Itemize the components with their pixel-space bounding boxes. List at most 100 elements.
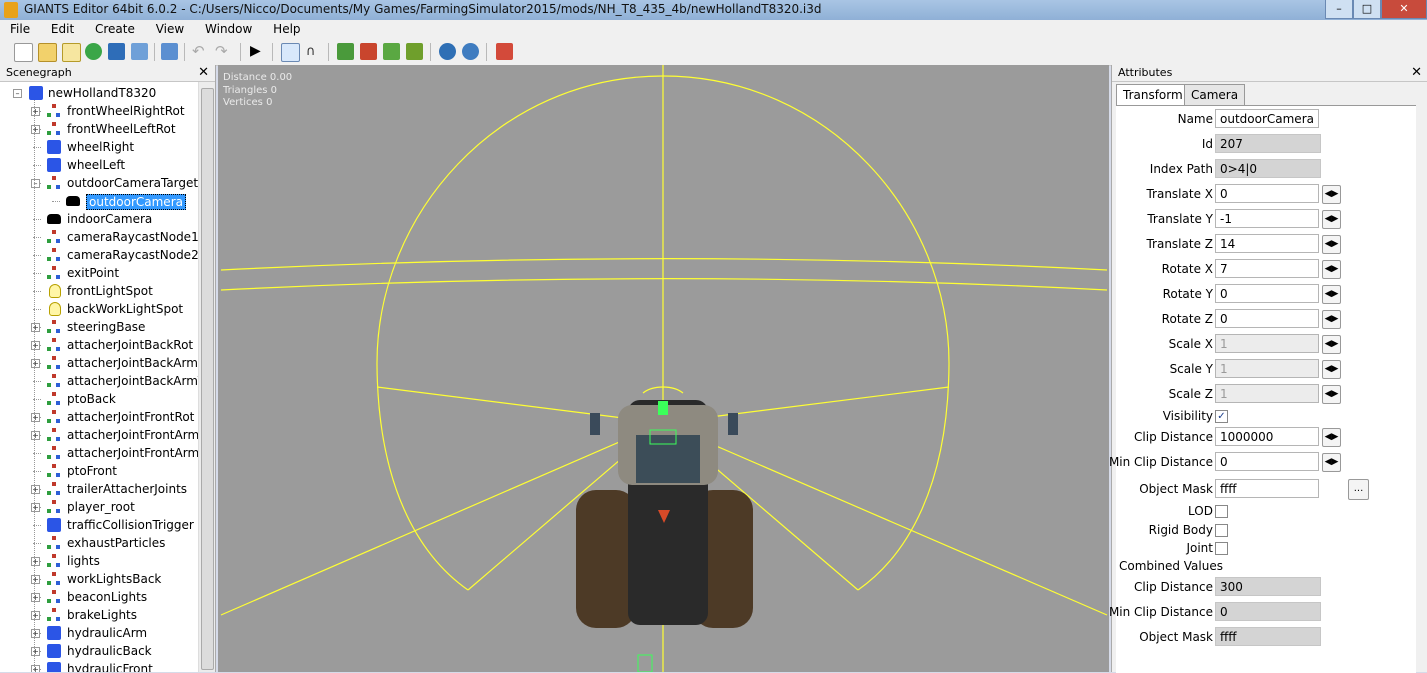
import-icon[interactable] [131,43,148,60]
tree-item[interactable]: ptoFront [0,462,198,480]
tree-item[interactable]: attacherJointFrontArmTo [0,444,198,462]
tree-item[interactable]: + lights [0,552,198,570]
object-mask-edit-button[interactable]: ... [1348,479,1369,500]
export-icon[interactable] [161,43,178,60]
min-clip-distance-input[interactable]: 0 [1215,452,1319,471]
expand-icon[interactable]: + [31,593,40,602]
move-icon[interactable]: ∩ [306,43,323,60]
exit-icon[interactable] [496,43,513,60]
translate-x-spinner[interactable]: ◀▶ [1322,185,1341,204]
tree-item[interactable]: wheelLeft [0,156,198,174]
minimize-button[interactable]: – [1325,0,1353,19]
tree-item[interactable]: – outdoorCameraTarget [0,174,198,192]
name-input[interactable]: outdoorCamera [1215,109,1319,128]
scale-y-input[interactable]: 1 [1215,359,1319,378]
translate-x-input[interactable]: 0 [1215,184,1319,203]
tree-item[interactable]: + trailerAttacherJoints [0,480,198,498]
menu-view[interactable]: View [146,20,191,36]
terrain-icon[interactable] [337,43,354,60]
menu-edit[interactable]: Edit [41,20,81,36]
expand-icon[interactable]: + [31,413,40,422]
expand-icon[interactable]: + [31,665,40,672]
expand-icon[interactable]: + [31,107,40,116]
scale-x-input[interactable]: 1 [1215,334,1319,353]
tree-item[interactable]: outdoorCamera [0,192,198,210]
redo-icon[interactable]: ↷ [215,43,232,60]
tree-item[interactable]: exitPoint [0,264,198,282]
tree-item[interactable]: frontLightSpot [0,282,198,300]
expand-icon[interactable]: + [31,575,40,584]
paint-icon[interactable] [360,43,377,60]
translate-y-input[interactable]: -1 [1215,209,1319,228]
tree-item[interactable]: + attacherJointBackArmBc [0,354,198,372]
expand-icon[interactable]: + [31,557,40,566]
tree-item[interactable]: + brakeLights [0,606,198,624]
object-mask-input[interactable]: ffff [1215,479,1319,498]
scale-x-spinner[interactable]: ◀▶ [1322,335,1341,354]
expand-icon[interactable]: + [31,503,40,512]
translate-z-spinner[interactable]: ◀▶ [1322,235,1341,254]
plugin-icon[interactable] [439,43,456,60]
rotate-y-input[interactable]: 0 [1215,284,1319,303]
tree-item[interactable]: attacherJointBackArmTo [0,372,198,390]
tree-item[interactable]: + frontWheelRightRot [0,102,198,120]
maximize-button[interactable]: □ [1353,0,1381,19]
expand-icon[interactable]: + [31,323,40,332]
rotate-z-input[interactable]: 0 [1215,309,1319,328]
tree-item[interactable]: ptoBack [0,390,198,408]
tree-item[interactable]: cameraRaycastNode2 [0,246,198,264]
close-icon[interactable]: ✕ [1411,65,1422,81]
tree-item[interactable]: + attacherJointFrontArmBc [0,426,198,444]
translate-y-spinner[interactable]: ◀▶ [1322,210,1341,229]
edit-icon[interactable] [62,43,81,62]
menu-file[interactable]: File [0,20,37,36]
menu-help[interactable]: Help [263,20,307,36]
clip-distance-spinner[interactable]: ◀▶ [1322,428,1341,447]
tree-item[interactable]: cameraRaycastNode1 [0,228,198,246]
expand-icon[interactable]: + [31,359,40,368]
tree-icon[interactable] [406,43,423,60]
close-icon[interactable]: ✕ [198,65,209,81]
menu-create[interactable]: Create [85,20,142,36]
3d-viewport[interactable]: Distance 0.00 Triangles 0 Vertices 0 [218,65,1109,672]
collapse-icon[interactable]: – [13,89,22,98]
open-icon[interactable] [38,43,57,62]
undo-icon[interactable]: ↶ [192,43,209,60]
translate-z-input[interactable]: 14 [1215,234,1319,253]
rotate-z-spinner[interactable]: ◀▶ [1322,310,1341,329]
tree-root-row[interactable]: – newHollandT8320 [0,84,198,102]
tree-item[interactable]: + hydraulicFront [0,660,198,672]
expand-icon[interactable]: + [31,431,40,440]
save-icon[interactable] [108,43,125,60]
visibility-checkbox[interactable]: ✓ [1215,410,1228,423]
expand-icon[interactable]: + [31,125,40,134]
tree-item[interactable]: + hydraulicArm [0,624,198,642]
scale-z-input[interactable]: 1 [1215,384,1319,403]
close-window-button[interactable]: ✕ [1381,0,1427,19]
tree-item[interactable]: wheelRight [0,138,198,156]
rotate-x-spinner[interactable]: ◀▶ [1322,260,1341,279]
rigid-body-checkbox[interactable] [1215,524,1228,537]
tab-camera[interactable]: Camera [1184,84,1246,105]
refresh-icon[interactable] [85,43,102,60]
collapse-icon[interactable]: – [31,179,40,188]
joint-checkbox[interactable] [1215,542,1228,555]
expand-icon[interactable]: + [31,611,40,620]
scenegraph-scrollbar[interactable] [198,82,215,672]
menu-window[interactable]: Window [195,20,259,36]
scrollbar-thumb[interactable] [201,88,214,670]
scale-z-spinner[interactable]: ◀▶ [1322,385,1341,404]
tree-item[interactable]: + workLightsBack [0,570,198,588]
foliage-icon[interactable] [383,43,400,60]
select-icon[interactable] [281,43,300,62]
clip-distance-input[interactable]: 1000000 [1215,427,1319,446]
tree-item[interactable]: + beaconLights [0,588,198,606]
tab-transform[interactable]: Transform [1116,84,1190,106]
expand-icon[interactable]: + [31,485,40,494]
tree-item[interactable]: exhaustParticles [0,534,198,552]
expand-icon[interactable]: + [31,629,40,638]
tree-item[interactable]: + player_root [0,498,198,516]
min-clip-distance-spinner[interactable]: ◀▶ [1322,453,1341,472]
attributes-scrollbar[interactable] [1420,105,1427,672]
scale-y-spinner[interactable]: ◀▶ [1322,360,1341,379]
